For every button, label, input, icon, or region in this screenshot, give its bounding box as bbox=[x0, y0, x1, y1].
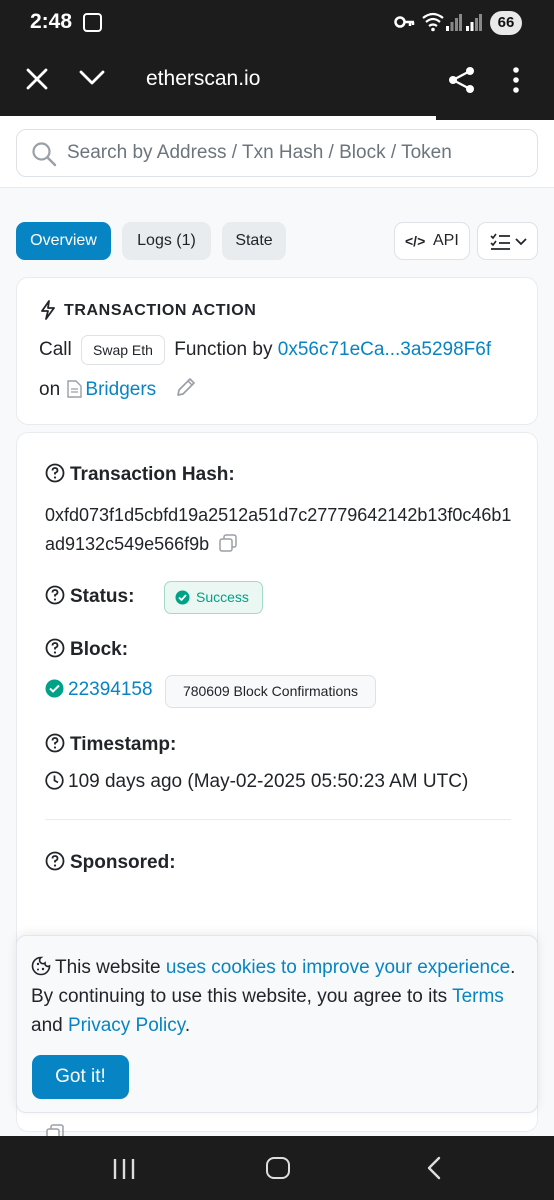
browser-toolbar: etherscan.io bbox=[0, 46, 554, 116]
hash-label: Transaction Hash: bbox=[45, 463, 235, 486]
close-icon[interactable] bbox=[24, 66, 50, 92]
system-navigation-bar bbox=[0, 1136, 554, 1200]
clock-icon bbox=[45, 771, 64, 790]
action-call-line: Call Swap Eth Function by 0x56c71eCa...3… bbox=[39, 335, 491, 365]
transaction-hash: 0xfd073f1d5cbfd19a2512a51d7c27779642142b… bbox=[45, 501, 515, 559]
block-number-link[interactable]: 22394158 bbox=[68, 679, 153, 700]
status-badge: Success bbox=[164, 581, 263, 614]
cookie-policy-link[interactable]: uses cookies to improve your experience bbox=[166, 957, 510, 978]
more-options-icon[interactable] bbox=[508, 65, 524, 95]
signal-icon-secondary bbox=[466, 14, 482, 31]
terms-link[interactable]: Terms bbox=[452, 986, 504, 1007]
cookie-consent-banner: This website uses cookies to improve you… bbox=[16, 935, 538, 1113]
timestamp-row: 109 days ago (May-02-2025 05:50:23 AM UT… bbox=[45, 771, 468, 793]
copy-icon[interactable] bbox=[219, 534, 237, 552]
section-divider bbox=[45, 819, 511, 820]
check-circle-icon bbox=[175, 590, 190, 605]
code-icon: </> bbox=[405, 233, 426, 249]
chevron-down-icon[interactable] bbox=[78, 68, 106, 88]
check-circle-icon bbox=[45, 679, 64, 698]
battery-indicator: 66 bbox=[490, 11, 522, 35]
vpn-key-icon bbox=[394, 16, 415, 28]
block-row: 22394158 bbox=[45, 679, 153, 701]
call-text: Call bbox=[39, 339, 72, 361]
status-label: Status: bbox=[45, 585, 134, 608]
share-icon[interactable] bbox=[447, 65, 477, 95]
on-text: on bbox=[39, 379, 61, 400]
action-contract-line: on Bridgers bbox=[39, 376, 197, 401]
block-label: Block: bbox=[45, 638, 128, 661]
home-icon[interactable] bbox=[266, 1157, 290, 1179]
signal-icon bbox=[446, 14, 462, 31]
transaction-hash-value: 0xfd073f1d5cbfd19a2512a51d7c27779642142b… bbox=[45, 505, 512, 554]
copy-icon bbox=[46, 1124, 64, 1136]
method-badge: Swap Eth bbox=[81, 335, 165, 365]
help-icon[interactable] bbox=[45, 851, 65, 871]
transaction-action-title: TRANSACTION ACTION bbox=[64, 302, 257, 319]
status-time: 2:48 bbox=[30, 10, 73, 33]
lightning-icon bbox=[41, 300, 55, 320]
accept-cookies-button[interactable]: Got it! bbox=[32, 1055, 129, 1099]
cookie-icon bbox=[31, 956, 51, 976]
help-icon[interactable] bbox=[45, 733, 65, 753]
sponsored-label: Sponsored: bbox=[45, 851, 176, 874]
help-icon[interactable] bbox=[45, 463, 65, 483]
tab-logs[interactable]: Logs (1) bbox=[122, 222, 211, 260]
help-icon[interactable] bbox=[45, 638, 65, 658]
search-box[interactable] bbox=[16, 129, 538, 177]
search-bar-container bbox=[0, 120, 554, 188]
api-button-label: API bbox=[433, 232, 459, 249]
contract-link[interactable]: Bridgers bbox=[85, 379, 156, 400]
transaction-action-card: TRANSACTION ACTION Call Swap Eth Functio… bbox=[16, 277, 538, 425]
timestamp-label: Timestamp: bbox=[45, 733, 176, 756]
search-icon bbox=[32, 142, 57, 167]
status-value: Success bbox=[196, 589, 249, 605]
wifi-icon bbox=[422, 12, 444, 32]
tab-overview[interactable]: Overview bbox=[16, 222, 111, 260]
screenshot-icon bbox=[83, 13, 102, 32]
tab-state[interactable]: State bbox=[222, 222, 286, 260]
page-url[interactable]: etherscan.io bbox=[146, 67, 260, 91]
search-input[interactable] bbox=[67, 130, 497, 176]
checklist-icon bbox=[490, 233, 527, 250]
back-icon[interactable] bbox=[426, 1156, 442, 1180]
api-button[interactable]: </> API bbox=[394, 222, 470, 260]
from-address-link[interactable]: 0x56c71eCa...3a5298F6f bbox=[278, 339, 491, 360]
system-status-bar: 2:48 66 bbox=[0, 0, 554, 46]
pencil-icon[interactable] bbox=[175, 376, 197, 398]
help-icon[interactable] bbox=[45, 585, 65, 605]
view-options-dropdown[interactable] bbox=[477, 222, 538, 260]
function-by-text: Function by bbox=[174, 339, 273, 361]
recent-apps-icon[interactable] bbox=[112, 1158, 136, 1180]
contract-file-icon bbox=[67, 380, 83, 398]
cookie-message: This website uses cookies to improve you… bbox=[31, 956, 516, 1036]
privacy-policy-link[interactable]: Privacy Policy bbox=[68, 1015, 185, 1036]
block-confirmations-badge: 780609 Block Confirmations bbox=[165, 675, 376, 708]
timestamp-value: 109 days ago (May-02-2025 05:50:23 AM UT… bbox=[68, 771, 469, 792]
